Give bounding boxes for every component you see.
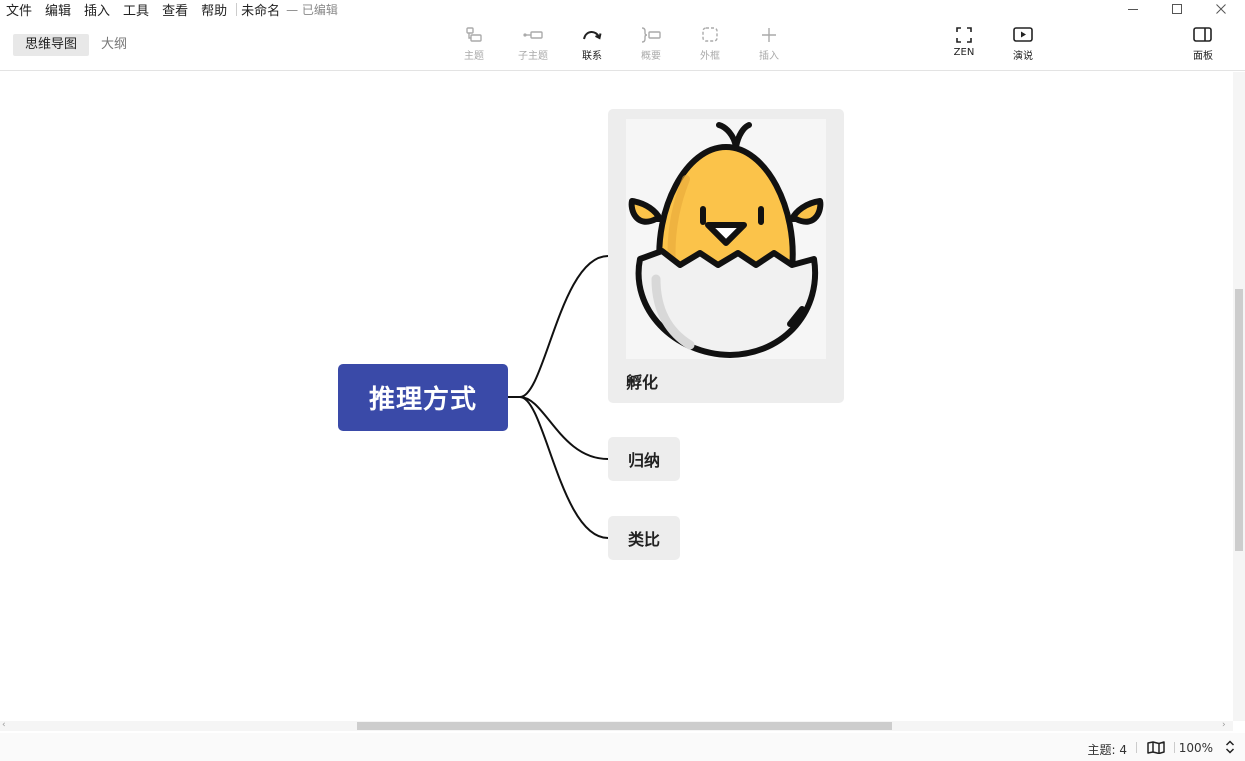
summary-icon [641,27,661,43]
panel-button[interactable]: 面板 [1178,26,1228,62]
close-icon [1216,4,1226,14]
tab-mindmap[interactable]: 思维导图 [13,34,90,56]
hatching-chick-icon [628,122,824,358]
insert-button[interactable]: 插入 [744,26,794,62]
document-title: 未命名 [241,3,281,19]
summary-label: 概要 [641,51,661,62]
close-window-button[interactable] [1199,0,1243,18]
relationship-icon [583,31,602,40]
toolbar: 思维导图 大纲 主题 子主题 联系 概要 外框 插入 ZEN 演说 面板 [0,18,1245,71]
central-topic[interactable]: 推理方式 [338,364,508,431]
maximize-button[interactable] [1155,0,1199,18]
document-status: — 已编辑 [286,2,338,17]
connector-induction [508,396,609,460]
status-divider [1136,742,1137,753]
vertical-scroll-thumb[interactable] [1235,289,1243,551]
summary-button[interactable]: 概要 [626,26,676,62]
menu-file[interactable]: 文件 [0,0,39,19]
topic-label: 主题 [464,51,484,62]
connector-hatch [508,255,609,398]
topic-label-analogy: 类比 [627,530,660,549]
central-topic-label: 推理方式 [368,385,477,415]
fullscreen-icon [956,27,972,43]
zen-mode-button[interactable]: ZEN [939,26,989,58]
topic-icon [466,27,482,42]
topic-image[interactable] [626,119,826,359]
menu-bar: 文件 编辑 插入 工具 查看 帮助 未命名 — 已编辑 [0,0,1245,19]
minimize-icon [1128,9,1138,10]
zoom-stepper-icon[interactable] [1225,740,1235,754]
boundary-icon [702,27,718,42]
subtopic-label: 子主题 [518,51,548,62]
scroll-left-icon[interactable]: ‹ [2,720,6,730]
relationship-label: 联系 [582,51,602,62]
view-tabs: 思维导图 大纲 [13,34,139,56]
map-view-icon[interactable] [1147,741,1165,754]
topic-count: 主题: 4 [1087,743,1128,757]
zen-label: ZEN [953,47,975,58]
menu-edit[interactable]: 编辑 [39,0,78,19]
minimize-button[interactable] [1111,0,1155,18]
boundary-label: 外框 [700,51,720,62]
panel-icon [1193,27,1212,42]
vertical-scrollbar[interactable] [1233,72,1245,721]
horizontal-scroll-thumb[interactable] [357,722,892,730]
plus-icon [762,28,776,42]
maximize-icon [1172,4,1182,14]
subtopic-button[interactable]: 子主题 [508,26,558,62]
pitch-label: 演说 [1013,51,1033,62]
menu-tools[interactable]: 工具 [117,0,156,19]
play-icon [1013,27,1033,42]
topic-node-hatch[interactable]: 孵化 [608,109,844,403]
menu-help[interactable]: 帮助 [195,0,234,19]
insert-label: 插入 [759,51,779,62]
topic-node-induction[interactable]: 归纳 [608,437,680,481]
topic-node-analogy[interactable]: 类比 [608,516,680,560]
connector-analogy [508,396,609,539]
menu-insert[interactable]: 插入 [78,0,117,19]
menu-divider [236,2,238,16]
mindmap-canvas[interactable]: 推理方式 孵化 归纳 类比 [0,72,1233,721]
zoom-level[interactable]: 100% [1179,741,1213,755]
relationship-button[interactable]: 联系 [567,26,617,62]
menu-view[interactable]: 查看 [156,0,195,19]
pitch-button[interactable]: 演说 [998,26,1048,62]
panel-label: 面板 [1193,51,1213,62]
status-bar: 主题: 4 100% [0,733,1245,761]
scroll-right-icon[interactable]: › [1222,720,1226,730]
tab-outline[interactable]: 大纲 [89,34,139,56]
horizontal-scrollbar[interactable]: ‹ › [0,720,1233,731]
topic-button[interactable]: 主题 [449,26,499,62]
subtopic-icon [523,31,543,39]
topic-label-induction: 归纳 [627,451,660,470]
status-divider [1174,742,1175,753]
topic-label-hatch: 孵化 [626,373,659,392]
boundary-button[interactable]: 外框 [685,26,735,62]
app-window: 文件 编辑 插入 工具 查看 帮助 未命名 — 已编辑 思维导图 大纲 主题 子… [0,0,1245,761]
